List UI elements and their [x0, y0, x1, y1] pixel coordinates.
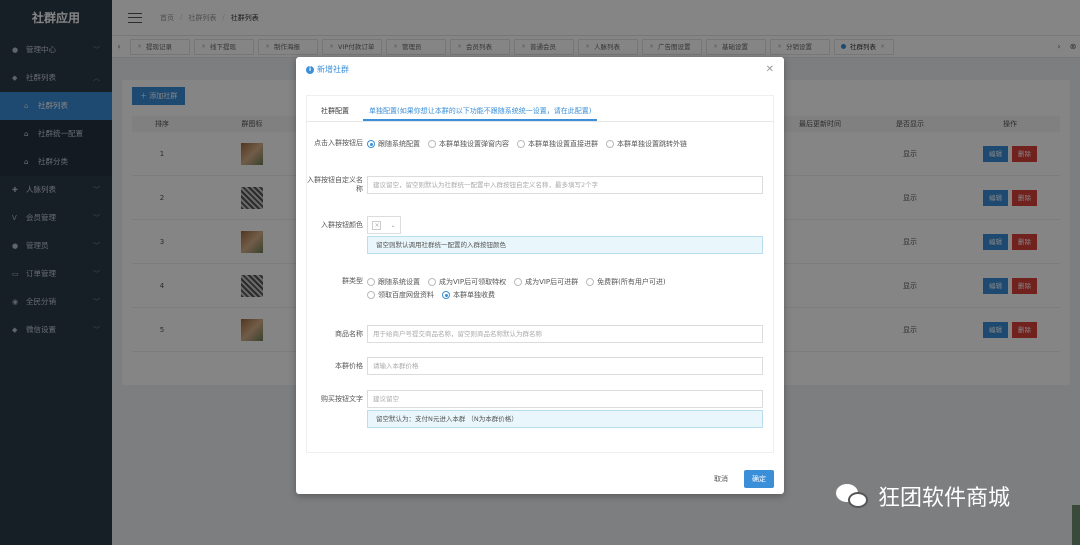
join-color-hint: 留空则默认调用社群统一配置的入群按钮颜色: [367, 236, 763, 254]
radio-label: 跟随系统设置: [378, 278, 420, 286]
radio-label: 成为VIP后可领取特权: [439, 278, 507, 286]
tab-individual-config[interactable]: 单独配置(如果你想让本群的以下功能不跟随系统统一设置，请在此配置): [363, 101, 598, 121]
info-icon: i: [306, 66, 314, 74]
join-button-label: 点击入群按钮后: [314, 139, 363, 147]
radio-label: 本群单独设置直接进群: [528, 140, 598, 148]
clear-color-icon: ×: [372, 220, 382, 230]
radio-option[interactable]: 本群单独收费: [442, 290, 495, 300]
radio-label: 本群单独设置弹窗内容: [439, 140, 509, 148]
join-button-row: 点击入群按钮后 跟随系统配置 本群单独设置弹窗内容 本群单独设置直接进群 本群单独设置…: [307, 139, 763, 149]
chevron-down-icon: ⌄: [390, 221, 396, 229]
watermark-text: 狂团软件商城: [878, 486, 1011, 511]
radio-option[interactable]: 成为VIP后可领取特权: [428, 277, 506, 287]
join-color-label: 入群按钮颜色: [321, 221, 363, 229]
radio-option[interactable]: 跟随系统配置: [367, 139, 420, 149]
radio-circle-icon: [586, 278, 595, 286]
radio-circle-icon: [442, 291, 450, 299]
watermark: 狂团软件商城: [836, 480, 1010, 512]
color-picker[interactable]: × ⌄: [367, 216, 401, 234]
radio-circle-icon: [367, 278, 375, 286]
price-input[interactable]: 请输入本群价格: [367, 357, 763, 375]
wechat-logo-icon: [836, 482, 870, 510]
radio-circle-icon: [428, 278, 436, 286]
radio-label: 跟随系统配置: [378, 140, 420, 148]
join-button-options: 跟随系统配置 本群单独设置弹窗内容 本群单独设置直接进群 本群单独设置跳转外链: [367, 139, 763, 149]
buy-text-label: 购买按钮文字: [321, 395, 363, 403]
radio-option[interactable]: 本群单独设置跳转外链: [606, 139, 687, 149]
radio-circle-icon: [514, 278, 523, 286]
modal-form: 社群配置 单独配置(如果你想让本群的以下功能不跟随系统统一设置，请在此配置) 点…: [306, 95, 774, 453]
radio-option[interactable]: 成为VIP后可进群: [514, 277, 578, 287]
modal-footer: 取消 确定: [714, 470, 774, 488]
group-type-options: 跟随系统设置 成为VIP后可领取特权 成为VIP后可进群 免费群(所有用户可进) 领取百…: [367, 277, 727, 300]
product-name-input[interactable]: 用于给商户号提交商品名称，留空则商品名称默认为群名称: [367, 325, 763, 343]
cancel-button[interactable]: 取消: [714, 474, 728, 484]
product-name-row: 商品名称 用于给商户号提交商品名称，留空则商品名称默认为群名称: [307, 325, 763, 343]
radio-option[interactable]: 本群单独设置直接进群: [517, 139, 598, 149]
tab-group-config[interactable]: 社群配置: [315, 101, 355, 121]
radio-circle-icon: [367, 291, 375, 299]
radio-label: 成为VIP后可进群: [525, 278, 579, 286]
close-icon[interactable]: ✕: [766, 64, 774, 75]
group-type-row: 群类型 跟随系统设置 成为VIP后可领取特权 成为VIP后可进群 免费群(所有用户可进…: [307, 277, 727, 300]
radio-option[interactable]: 免费群(所有用户可进): [586, 277, 666, 287]
radio-option[interactable]: 领取百度网盘资料: [367, 290, 434, 300]
join-name-label: 入群按钮自定义名称: [307, 176, 363, 193]
modal-tabs: 社群配置 单独配置(如果你想让本群的以下功能不跟随系统统一设置，请在此配置): [307, 102, 773, 122]
radio-option[interactable]: 本群单独设置弹窗内容: [428, 139, 509, 149]
radio-option[interactable]: 跟随系统设置: [367, 277, 420, 287]
radio-label: 本群单独收费: [453, 291, 495, 299]
product-name-label: 商品名称: [335, 330, 363, 338]
radio-label: 领取百度网盘资料: [378, 291, 434, 299]
add-group-modal: i 新增社群 ✕ 社群配置 单独配置(如果你想让本群的以下功能不跟随系统统一设置…: [296, 57, 784, 494]
modal-title-bar: i 新增社群: [296, 57, 784, 83]
buy-text-hint: 留空默认为：支付N元进入本群 （N为本群价格）: [367, 410, 763, 428]
radio-circle-icon: [428, 140, 436, 148]
scrollbar[interactable]: [1072, 505, 1080, 545]
price-row: 本群价格 请输入本群价格: [307, 357, 763, 375]
radio-label: 免费群(所有用户可进): [597, 278, 666, 286]
join-name-row: 入群按钮自定义名称 建议留空，留空则默认为社群统一配置中入群按钮自定义名称，最多…: [307, 176, 763, 194]
buy-text-input[interactable]: 建议留空: [367, 390, 763, 408]
radio-circle-icon: [606, 140, 614, 148]
group-type-label: 群类型: [342, 277, 363, 285]
radio-circle-icon: [367, 140, 375, 148]
join-name-input[interactable]: 建议留空，留空则默认为社群统一配置中入群按钮自定义名称，最多填写2个字: [367, 176, 763, 194]
modal-title: 新增社群: [317, 65, 349, 74]
radio-circle-icon: [517, 140, 525, 148]
price-label: 本群价格: [335, 362, 363, 370]
confirm-button[interactable]: 确定: [744, 470, 774, 488]
radio-label: 本群单独设置跳转外链: [617, 140, 687, 148]
buy-text-row: 购买按钮文字 建议留空 留空默认为：支付N元进入本群 （N为本群价格）: [307, 390, 763, 428]
join-color-row: 入群按钮颜色 × ⌄ 留空则默认调用社群统一配置的入群按钮颜色: [307, 216, 763, 254]
